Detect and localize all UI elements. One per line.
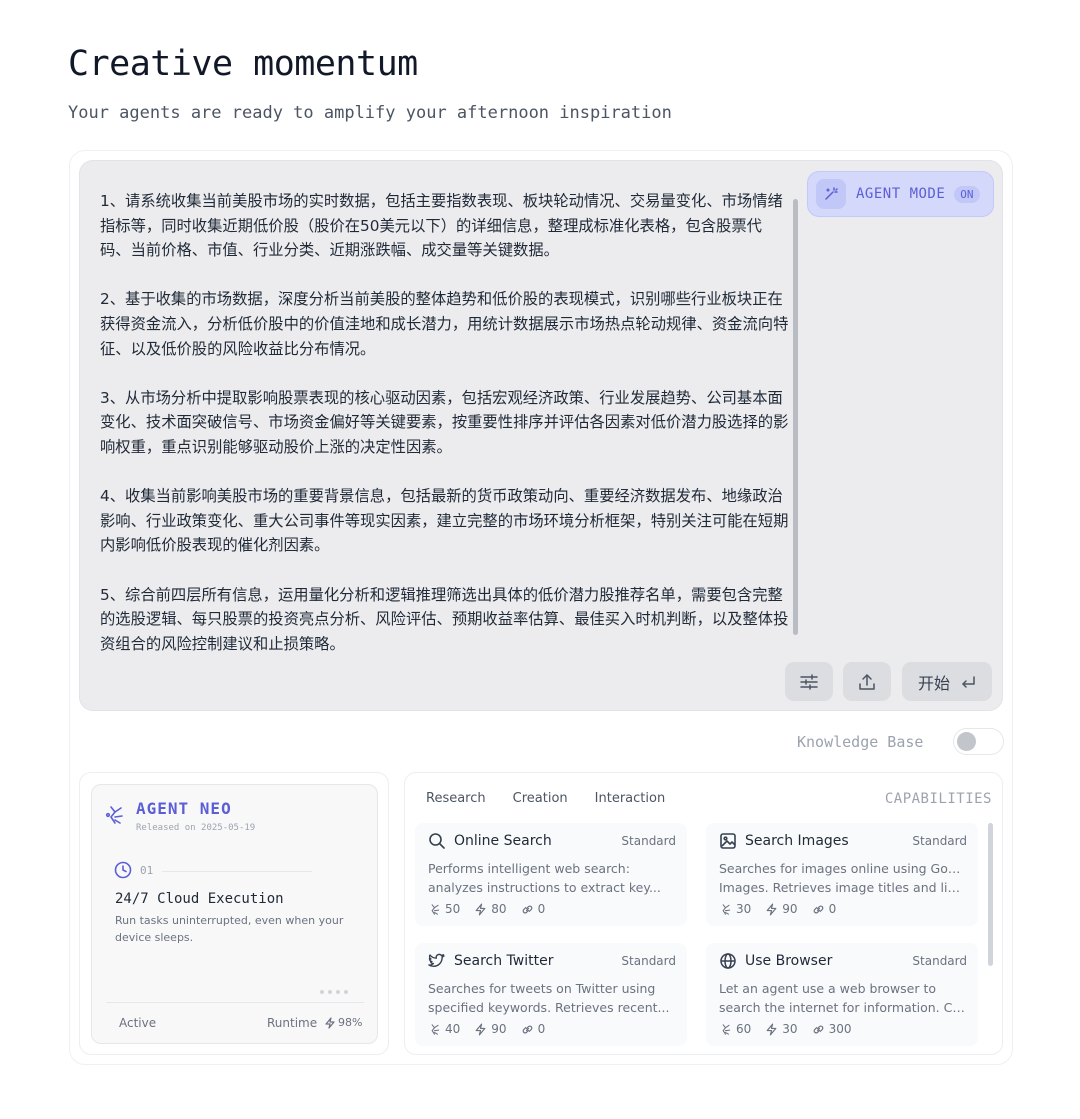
agent-logo-icon (431, 1023, 440, 1035)
agent-logo-icon (105, 806, 123, 824)
capability-card-use-browser[interactable]: Use Browser Standard Let an agent use a … (706, 943, 978, 1046)
capability-name: Use Browser (745, 953, 833, 969)
feature-title: 24/7 Cloud Execution (115, 891, 284, 907)
bolt-icon (766, 1022, 777, 1036)
prompt-paragraph: 2、基于收集的市场数据，深度分析当前美股的整体趋势和低价股的表现模式，识别哪些行… (100, 290, 789, 358)
capability-tag: Standard (912, 834, 967, 848)
toggle-knob (957, 732, 976, 751)
page-subtitle: Your agents are ready to amplify your af… (68, 103, 672, 123)
agent-mode-label: AGENT MODE (856, 186, 946, 202)
link-icon (813, 905, 823, 913)
feature-description: Run tasks uninterrupted, even when your … (115, 914, 344, 944)
prompt-paragraph: 3、从市场分析中提取影响股票表现的核心驱动因素，包括宏观经济政策、行业发展趋势、… (100, 388, 789, 456)
agent-mode-state: ON (954, 185, 980, 203)
capability-stats: 30 90 0 (719, 902, 836, 916)
agent-status: Active (119, 1016, 157, 1030)
capability-stats: 50 80 0 (428, 902, 545, 916)
tab-interaction[interactable]: Interaction (595, 791, 666, 806)
bolt-icon (325, 1016, 335, 1029)
capabilities-scrollbar[interactable] (988, 823, 993, 966)
prompt-paragraph: 4、收集当前影响美股市场的重要背景信息，包括最新的货币政策动向、重要经济数据发布… (100, 487, 789, 555)
capability-card-search-twitter[interactable]: Search Twitter Standard Searches for twe… (415, 943, 687, 1046)
capability-tabs: Research Creation Interaction (426, 791, 665, 806)
agent-logo-icon (431, 903, 440, 915)
link-icon (522, 905, 532, 913)
enter-icon (962, 675, 975, 688)
capability-tag: Standard (621, 834, 676, 848)
clock-icon (114, 861, 132, 879)
capability-description: Performs intelligent web search: analyze… (428, 861, 661, 895)
capability-description: Searches for tweets on Twitter using spe… (428, 981, 670, 1015)
upload-icon (859, 673, 875, 690)
bolt-icon (766, 902, 777, 916)
capabilities-panel: Research Creation Interaction CAPABILITI… (404, 772, 1003, 1055)
prompt-composer: 1、请系统收集当前美股市场的实时数据，包括主要指数表现、板块轮动情况、交易量变化… (79, 160, 1003, 711)
carousel-dots[interactable] (320, 990, 348, 994)
link-icon (522, 1025, 532, 1033)
knowledge-base-toggle[interactable] (953, 728, 1004, 755)
settings-button[interactable] (785, 662, 833, 701)
twitter-bird-icon (428, 953, 445, 968)
search-icon (429, 833, 445, 849)
agent-mode-toggle[interactable]: AGENT MODE ON (807, 171, 994, 217)
capability-tag: Standard (621, 954, 676, 968)
feature-step-number: 01 (140, 864, 154, 877)
link-icon (813, 1025, 823, 1033)
agent-panel: AGENT NEO Released on 2025-05-19 01 24/7… (79, 772, 389, 1055)
capability-name: Search Images (745, 833, 849, 849)
agent-logo-icon (722, 903, 731, 915)
capability-name: Search Twitter (454, 953, 554, 969)
capability-stats: 40 90 0 (428, 1022, 545, 1036)
sliders-icon (800, 673, 818, 690)
step-divider (162, 871, 312, 872)
capability-card-online-search[interactable]: Online Search Standard Performs intellig… (415, 823, 687, 926)
start-label: 开始 (917, 673, 950, 693)
agent-logo-icon (722, 1023, 731, 1035)
start-button[interactable]: 开始 (902, 662, 992, 701)
capability-description: Searches for images online using Google … (719, 861, 967, 895)
tab-creation[interactable]: Creation (513, 791, 568, 806)
upload-button[interactable] (843, 662, 891, 701)
capability-description: Let an agent use a web browser to search… (719, 981, 967, 1015)
capability-name: Online Search (454, 833, 552, 849)
globe-icon (720, 953, 736, 969)
runtime-value: 98% (324, 1016, 362, 1029)
page-title: Creative momentum (68, 44, 418, 84)
prompt-paragraph: 5、综合前四层所有信息，运用量化分析和逻辑推理筛选出具体的低价潜力股推荐名单，需… (100, 585, 789, 653)
capability-tag: Standard (912, 954, 967, 968)
agent-card[interactable]: AGENT NEO Released on 2025-05-19 01 24/7… (91, 784, 378, 1044)
capability-card-search-images[interactable]: Search Images Standard Searches for imag… (706, 823, 978, 926)
agent-release-date: Released on 2025-05-19 (136, 823, 256, 833)
bolt-icon (475, 902, 486, 916)
prompt-paragraph: 1、请系统收集当前美股市场的实时数据，包括主要指数表现、板块轮动情况、交易量变化… (100, 192, 783, 260)
tab-research[interactable]: Research (426, 791, 486, 806)
runtime-label: Runtime (267, 1016, 318, 1030)
knowledge-base-label: Knowledge Base (797, 733, 924, 751)
image-icon (720, 833, 736, 849)
magic-wand-icon (816, 179, 846, 209)
capabilities-title: CAPABILITIES (884, 791, 992, 807)
divider (106, 1002, 364, 1003)
agent-name: AGENT NEO (136, 799, 232, 818)
capability-stats: 60 30 300 (719, 1022, 851, 1036)
prompt-scrollbar[interactable] (793, 199, 798, 635)
bolt-icon (475, 1022, 486, 1036)
prompt-textarea[interactable]: 1、请系统收集当前美股市场的实时数据，包括主要指数表现、板块轮动情况、交易量变化… (100, 189, 790, 659)
